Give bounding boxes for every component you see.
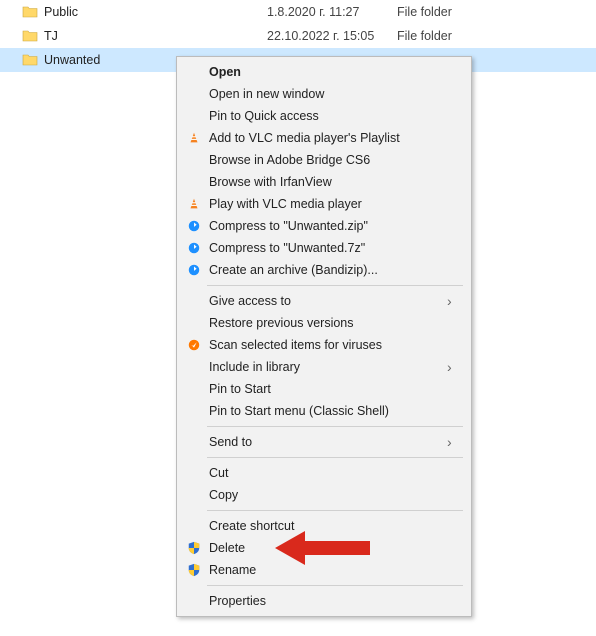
file-row-public[interactable]: Public 1.8.2020 г. 11:27 File folder xyxy=(0,0,596,24)
menu-pin-to-start-classic-shell[interactable]: Pin to Start menu (Classic Shell) xyxy=(179,400,469,422)
uac-shield-icon xyxy=(185,539,203,557)
menu-separator xyxy=(207,285,463,286)
menu-delete[interactable]: Delete xyxy=(179,537,469,559)
menu-create-archive-bandizip[interactable]: Create an archive (Bandizip)... xyxy=(179,259,469,281)
file-name: TJ xyxy=(44,29,58,43)
menu-rename[interactable]: Rename xyxy=(179,559,469,581)
file-date: 22.10.2022 г. 15:05 xyxy=(267,29,397,43)
bandizip-icon xyxy=(185,261,203,279)
vlc-icon xyxy=(185,195,203,213)
submenu-arrow-icon: › xyxy=(447,434,459,450)
vlc-icon xyxy=(185,129,203,147)
menu-compress-7z[interactable]: Compress to "Unwanted.7z" xyxy=(179,237,469,259)
folder-icon xyxy=(22,4,38,20)
menu-separator xyxy=(207,510,463,511)
menu-vlc-add-playlist[interactable]: Add to VLC media player's Playlist xyxy=(179,127,469,149)
context-menu: Open Open in new window Pin to Quick acc… xyxy=(176,56,472,617)
menu-copy[interactable]: Copy xyxy=(179,484,469,506)
file-name: Unwanted xyxy=(44,53,100,67)
folder-icon xyxy=(22,28,38,44)
submenu-arrow-icon: › xyxy=(447,359,459,375)
menu-properties[interactable]: Properties xyxy=(179,590,469,612)
avast-icon xyxy=(185,336,203,354)
menu-restore-previous-versions[interactable]: Restore previous versions xyxy=(179,312,469,334)
menu-browse-bridge[interactable]: Browse in Adobe Bridge CS6 xyxy=(179,149,469,171)
menu-separator xyxy=(207,585,463,586)
menu-scan-for-viruses[interactable]: Scan selected items for viruses xyxy=(179,334,469,356)
menu-open-new-window[interactable]: Open in new window xyxy=(179,83,469,105)
file-type: File folder xyxy=(397,5,497,19)
menu-compress-zip[interactable]: Compress to "Unwanted.zip" xyxy=(179,215,469,237)
folder-icon xyxy=(22,52,38,68)
menu-separator xyxy=(207,426,463,427)
submenu-arrow-icon: › xyxy=(447,293,459,309)
file-date: 1.8.2020 г. 11:27 xyxy=(267,5,397,19)
menu-open[interactable]: Open xyxy=(179,61,469,83)
menu-send-to[interactable]: Send to› xyxy=(179,431,469,453)
file-type: File folder xyxy=(397,29,497,43)
menu-vlc-play[interactable]: Play with VLC media player xyxy=(179,193,469,215)
menu-pin-quick-access[interactable]: Pin to Quick access xyxy=(179,105,469,127)
file-name: Public xyxy=(44,5,78,19)
bandizip-icon xyxy=(185,217,203,235)
explorer-window: Public 1.8.2020 г. 11:27 File folder TJ … xyxy=(0,0,596,636)
menu-cut[interactable]: Cut xyxy=(179,462,469,484)
menu-give-access-to[interactable]: Give access to› xyxy=(179,290,469,312)
menu-create-shortcut[interactable]: Create shortcut xyxy=(179,515,469,537)
menu-browse-irfanview[interactable]: Browse with IrfanView xyxy=(179,171,469,193)
menu-separator xyxy=(207,457,463,458)
bandizip-icon xyxy=(185,239,203,257)
menu-include-in-library[interactable]: Include in library› xyxy=(179,356,469,378)
file-row-tj[interactable]: TJ 22.10.2022 г. 15:05 File folder xyxy=(0,24,596,48)
uac-shield-icon xyxy=(185,561,203,579)
menu-pin-to-start[interactable]: Pin to Start xyxy=(179,378,469,400)
